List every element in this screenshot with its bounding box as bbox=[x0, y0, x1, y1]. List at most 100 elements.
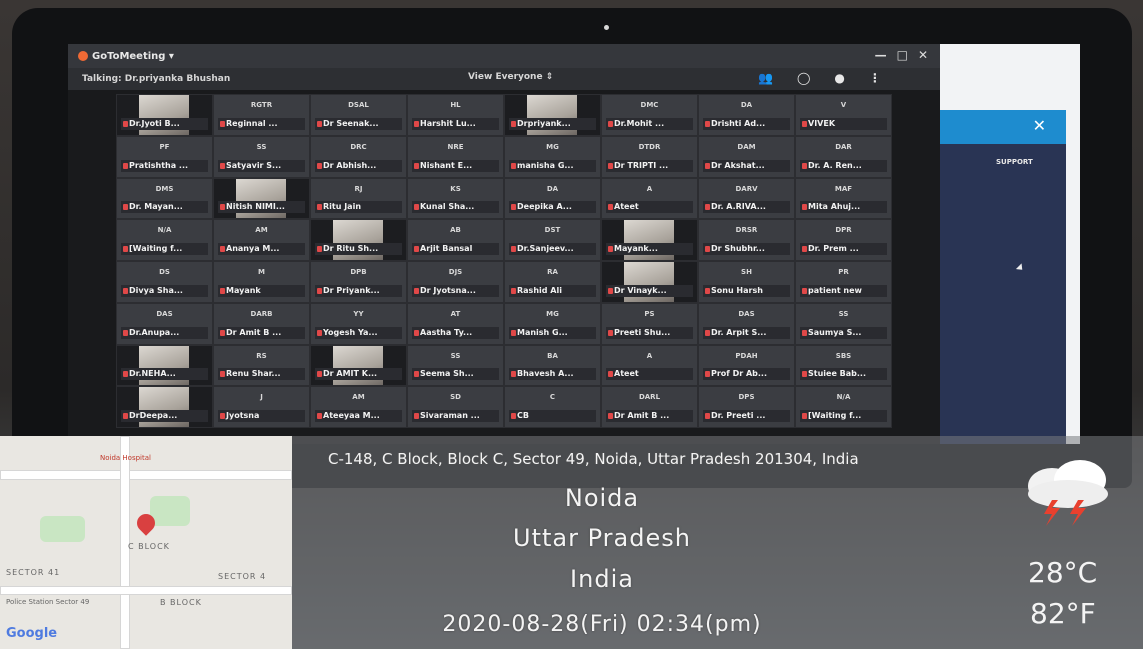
participant-tile[interactable]: PR patient new bbox=[795, 261, 892, 303]
participant-initials: DAM bbox=[737, 142, 756, 151]
map-label: B BLOCK bbox=[160, 598, 202, 607]
participant-tile[interactable]: PDAH Prof Dr Ab... bbox=[698, 344, 795, 387]
window-controls: — □ ✕ bbox=[875, 48, 928, 62]
participant-tile[interactable]: N/A [Waiting f... bbox=[795, 386, 892, 428]
participant-tile[interactable]: PF Pratishtha ... bbox=[116, 135, 213, 178]
participant-tile[interactable]: DPR Dr. Prem ... bbox=[795, 219, 892, 261]
participant-tile[interactable]: DS Divya Sha... bbox=[116, 261, 213, 303]
participant-tile[interactable]: N/A [Waiting f... bbox=[116, 219, 213, 261]
minimize-icon[interactable]: — bbox=[875, 48, 887, 62]
map-road bbox=[0, 586, 292, 595]
participant-tile[interactable]: Mayank... bbox=[601, 219, 698, 261]
state-text: Uttar Pradesh bbox=[513, 524, 691, 552]
participant-tile[interactable]: DA Drishti Ad... bbox=[698, 94, 795, 136]
participant-tile[interactable]: RA Rashid Ali bbox=[504, 261, 601, 303]
participant-tile[interactable]: Dr AMIT K... bbox=[310, 344, 407, 387]
participant-tile[interactable]: RS Renu Shar... bbox=[213, 344, 310, 387]
participant-tile[interactable]: DPS Dr. Preeti ... bbox=[698, 386, 795, 428]
participant-tile[interactable]: Dr.Jyoti B... bbox=[116, 94, 213, 136]
participant-tile[interactable]: DTDR Dr TRIPTI ... bbox=[601, 135, 698, 178]
participant-initials: YY bbox=[353, 309, 364, 318]
participant-tile[interactable]: YY Yogesh Ya... bbox=[310, 302, 407, 345]
participant-tile[interactable]: DARV Dr. A.RIVA... bbox=[698, 177, 795, 220]
participant-name: Harshit Lu... bbox=[412, 117, 499, 130]
participant-tile[interactable]: DA Deepika A... bbox=[504, 177, 601, 220]
participant-tile[interactable]: SD Sivaraman ... bbox=[407, 386, 504, 428]
participant-tile[interactable]: DAS Dr.Anupa... bbox=[116, 302, 213, 345]
participant-tile[interactable]: AB Arjit Bansal bbox=[407, 219, 504, 261]
participant-tile[interactable]: KS Kunal Sha... bbox=[407, 177, 504, 220]
map-road bbox=[0, 470, 292, 480]
participant-tile[interactable]: Nitish NIMI... bbox=[213, 177, 310, 220]
people-icon[interactable]: 👥 bbox=[758, 71, 773, 85]
participant-tile[interactable]: RGTR Reginnal ... bbox=[213, 94, 310, 136]
participant-tile[interactable]: Dr.NEHA... bbox=[116, 344, 213, 387]
participant-tile[interactable]: DMC Dr.Mohit ... bbox=[601, 94, 698, 136]
participant-tile[interactable]: DRSR Dr Shubhr... bbox=[698, 219, 795, 261]
participant-tile[interactable]: MG Manish G... bbox=[504, 302, 601, 345]
participant-tile[interactable]: HL Harshit Lu... bbox=[407, 94, 504, 136]
view-selector[interactable]: View Everyone ⇕ bbox=[468, 72, 553, 82]
participant-name: Manish G... bbox=[509, 326, 596, 339]
participant-tile[interactable]: AT Aastha Ty... bbox=[407, 302, 504, 345]
support-link[interactable]: SUPPORT bbox=[996, 158, 1033, 166]
participant-tile[interactable]: MG manisha G... bbox=[504, 135, 601, 178]
map-label: C BLOCK bbox=[128, 542, 170, 551]
participant-initials: DMC bbox=[640, 101, 659, 109]
participant-name: Divya Sha... bbox=[121, 284, 208, 297]
participant-tile[interactable]: NRE Nishant E... bbox=[407, 135, 504, 178]
participant-name: Satyavir S... bbox=[218, 159, 305, 172]
participant-tile[interactable]: M Mayank bbox=[213, 261, 310, 303]
app-menu[interactable]: GoToMeeting ▾ bbox=[92, 51, 174, 62]
participant-tile[interactable]: J Jyotsna bbox=[213, 386, 310, 428]
participant-tile[interactable]: A Ateet bbox=[601, 177, 698, 220]
close-icon[interactable]: ✕ bbox=[1033, 116, 1046, 135]
participant-tile[interactable]: A Ateet bbox=[601, 344, 698, 387]
participant-name: Stuiee Bab... bbox=[800, 368, 887, 381]
participant-name: Dr.Sanjeev... bbox=[509, 243, 596, 255]
participant-name: patient new bbox=[800, 284, 887, 297]
participant-tile[interactable]: DMS Dr. Mayan... bbox=[116, 177, 213, 220]
participant-tile[interactable]: MAF Mita Ahuj... bbox=[795, 177, 892, 220]
map-label: SECTOR 4 bbox=[218, 572, 267, 581]
participant-tile[interactable]: DJS Dr Jyotsna... bbox=[407, 261, 504, 303]
maximize-icon[interactable]: □ bbox=[897, 48, 908, 62]
participant-tile[interactable]: DARB Dr Amit B ... bbox=[213, 302, 310, 345]
participant-name: Prof Dr Ab... bbox=[703, 368, 790, 381]
participant-tile[interactable]: Dr Ritu Sh... bbox=[310, 219, 407, 261]
participant-name: Nishant E... bbox=[412, 159, 499, 172]
participant-tile[interactable]: AM Ateeyaa M... bbox=[310, 386, 407, 428]
participant-initials: DMS bbox=[155, 184, 174, 193]
participant-initials: SS bbox=[256, 142, 267, 151]
participant-tile[interactable]: PS Preeti Shu... bbox=[601, 302, 698, 345]
participant-tile[interactable]: RJ Ritu Jain bbox=[310, 177, 407, 220]
participant-tile[interactable]: DAS Dr. Arpit S... bbox=[698, 302, 795, 345]
participant-tile[interactable]: SBS Stuiee Bab... bbox=[795, 344, 892, 387]
participant-tile[interactable]: C CB bbox=[504, 386, 601, 428]
more-icon[interactable]: ⋮ bbox=[869, 71, 881, 85]
participant-tile[interactable]: Dr Vinayk... bbox=[601, 261, 698, 303]
participant-tile[interactable]: DRC Dr Abhish... bbox=[310, 135, 407, 178]
participant-tile[interactable]: SS Seema Sh... bbox=[407, 344, 504, 387]
participant-tile[interactable]: Drpriyank... bbox=[504, 94, 601, 136]
close-icon[interactable]: ✕ bbox=[918, 48, 928, 62]
participant-tile[interactable]: SS Satyavir S... bbox=[213, 135, 310, 178]
participant-tile[interactable]: DrDeepa... bbox=[116, 386, 213, 428]
participant-tile[interactable]: DPB Dr Priyank... bbox=[310, 261, 407, 303]
participant-tile[interactable]: DARL Dr Amit B ... bbox=[601, 386, 698, 428]
participant-tile[interactable]: BA Bhavesh A... bbox=[504, 344, 601, 387]
participant-tile[interactable]: DAM Dr Akshat... bbox=[698, 135, 795, 178]
participant-tile[interactable]: V VIVEK bbox=[795, 94, 892, 136]
participant-tile[interactable]: SS Saumya S... bbox=[795, 302, 892, 345]
chat-icon[interactable]: ◯ bbox=[797, 71, 810, 85]
participant-tile[interactable]: AM Ananya M... bbox=[213, 219, 310, 261]
participant-name: Yogesh Ya... bbox=[315, 326, 402, 339]
participant-tile[interactable]: DAR Dr. A. Ren... bbox=[795, 135, 892, 178]
smiley-icon[interactable]: ● bbox=[834, 71, 844, 85]
participant-initials: AB bbox=[450, 226, 461, 235]
participant-tile[interactable]: DST Dr.Sanjeev... bbox=[504, 219, 601, 261]
participant-tile[interactable]: DSAL Dr Seenak... bbox=[310, 94, 407, 136]
participant-name: [Waiting f... bbox=[121, 243, 208, 255]
map-label: Police Station Sector 49 bbox=[6, 598, 90, 606]
participant-tile[interactable]: SH Sonu Harsh bbox=[698, 261, 795, 303]
